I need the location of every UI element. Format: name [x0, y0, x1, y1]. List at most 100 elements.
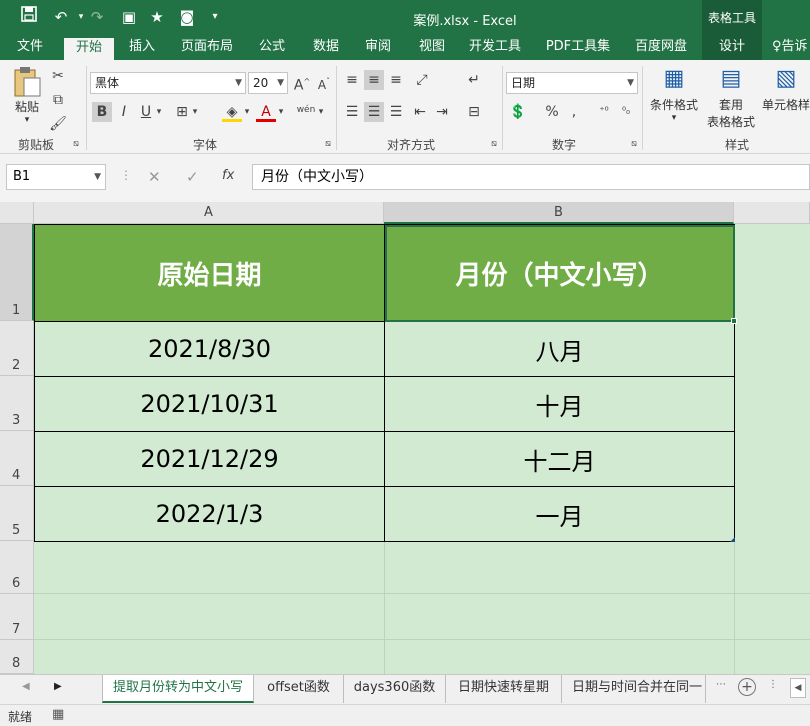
font-color-button[interactable]: A [256, 102, 276, 122]
scroll-right-icon[interactable]: ▶ [54, 681, 62, 692]
row-header[interactable]: 1 [0, 224, 34, 321]
alignment-launcher-icon[interactable]: ⧅ [488, 138, 500, 150]
table-resize-handle[interactable] [730, 537, 735, 542]
increase-font-icon[interactable]: A^ [292, 72, 312, 94]
tab-pdf-tools[interactable]: PDF工具集 [540, 36, 616, 60]
add-sheet-icon[interactable]: + [738, 678, 756, 696]
font-color-dropdown-icon[interactable]: ▾ [276, 102, 286, 122]
alignment-group-label: 对齐方式 [386, 138, 435, 152]
tab-developer[interactable]: 开发工具 [462, 36, 528, 60]
borders-icon[interactable]: ⊞ [172, 102, 192, 122]
table-cell[interactable]: 一月 [385, 487, 735, 542]
align-right-icon[interactable]: ☰ [386, 102, 406, 122]
align-top-icon[interactable]: ≡ [342, 70, 362, 90]
tab-data[interactable]: 数据 [304, 36, 348, 60]
comma-button[interactable]: , [564, 102, 584, 122]
table-cell[interactable]: 2022/1/3 [35, 487, 385, 542]
copy-icon[interactable]: ⧉ [48, 90, 68, 110]
number-format-select[interactable]: 日期 ▼ [506, 72, 638, 94]
orientation-icon[interactable]: ⤢ [412, 70, 432, 90]
table-format-icon: ▤ [720, 66, 742, 91]
increase-decimal-icon[interactable]: ⁺⁰ [594, 102, 614, 122]
column-header-a[interactable]: A [34, 202, 384, 224]
row-header[interactable]: 6 [0, 541, 34, 594]
tab-baidu-netdisk[interactable]: 百度网盘 [626, 36, 696, 60]
cancel-icon[interactable]: ✕ [148, 168, 161, 186]
conditional-formatting-button[interactable]: ▦ 条件格式 ▾ [646, 66, 702, 123]
increase-indent-icon[interactable]: ⇥ [432, 102, 452, 122]
clipboard-launcher-icon[interactable]: ⧅ [70, 138, 82, 150]
sheet-tab[interactable]: 日期与时间合并在同一 [562, 675, 706, 703]
table-header-cell[interactable]: 原始日期 [35, 225, 385, 322]
row-header[interactable]: 2 [0, 321, 34, 376]
percent-button[interactable]: % [542, 102, 562, 122]
fill-dropdown-icon[interactable]: ▾ [242, 102, 252, 122]
align-left-icon[interactable]: ☰ [342, 102, 362, 122]
number-launcher-icon[interactable]: ⧅ [628, 138, 640, 150]
more-sheets-icon[interactable]: ⋯ [716, 679, 726, 690]
align-center-icon[interactable]: ☰ [364, 102, 384, 122]
decrease-decimal-icon[interactable]: ⁰₀ [616, 102, 636, 122]
row-header[interactable]: 8 [0, 640, 34, 674]
row-header[interactable]: 7 [0, 594, 34, 640]
table-cell[interactable]: 十二月 [385, 432, 735, 487]
sheet-tab[interactable]: 提取月份转为中文小写 [102, 675, 254, 703]
cell-styles-button[interactable]: ▧ 单元格样 [762, 66, 810, 113]
tab-design[interactable]: 设计 [702, 36, 762, 60]
table-header-cell[interactable]: 月份（中文小写） [385, 225, 735, 322]
font-size-select[interactable]: 20 ▼ [248, 72, 288, 94]
column-header-b[interactable]: B [384, 202, 734, 224]
italic-button[interactable]: I [114, 102, 134, 122]
wrap-text-icon[interactable]: ↵ [464, 70, 484, 90]
sheet-tab[interactable]: days360函数 [344, 675, 446, 703]
accounting-format-icon[interactable]: 💲 [508, 102, 528, 122]
format-painter-icon[interactable]: 🖌 [48, 114, 68, 134]
underline-button[interactable]: U [136, 102, 156, 122]
tab-review[interactable]: 审阅 [356, 36, 400, 60]
tab-view[interactable]: 视图 [410, 36, 454, 60]
row-header[interactable]: 5 [0, 486, 34, 541]
align-bottom-icon[interactable]: ≡ [386, 70, 406, 90]
format-as-table-button[interactable]: ▤ 套用 表格格式 [702, 66, 760, 130]
formula-input[interactable]: 月份（中文小写） [252, 164, 810, 190]
underline-dropdown-icon[interactable]: ▾ [154, 102, 164, 122]
fill-handle[interactable] [731, 318, 737, 324]
tab-insert[interactable]: 插入 [118, 36, 166, 60]
table-cell[interactable]: 2021/10/31 [35, 377, 385, 432]
sheet-tab[interactable]: 日期快速转星期 [446, 675, 562, 703]
align-middle-icon[interactable]: ≡ [364, 70, 384, 90]
tab-formulas[interactable]: 公式 [250, 36, 294, 60]
worksheet-grid[interactable]: A B 1 2 3 4 5 6 7 8 原始日期 月份（中文小写） 2021/8… [0, 202, 810, 674]
decrease-indent-icon[interactable]: ⇤ [410, 102, 430, 122]
name-box[interactable]: B1 ▼ [6, 164, 106, 190]
decrease-font-icon[interactable]: Aˇ [314, 72, 334, 92]
borders-dropdown-icon[interactable]: ▾ [190, 102, 200, 122]
paste-button[interactable]: 粘贴 ▾ [10, 66, 44, 126]
cut-icon[interactable]: ✂ [48, 66, 68, 86]
tab-page-layout[interactable]: 页面布局 [176, 36, 238, 60]
tab-tell-me[interactable]: ♀告诉 [772, 36, 810, 60]
macro-record-icon[interactable]: ▦ [52, 707, 64, 722]
table-cell[interactable]: 2021/12/29 [35, 432, 385, 487]
table-cell[interactable]: 2021/8/30 [35, 322, 385, 377]
table-cell[interactable]: 十月 [385, 377, 735, 432]
font-name-select[interactable]: 黑体 ▼ [90, 72, 246, 94]
row-header[interactable]: 4 [0, 431, 34, 486]
tab-file[interactable]: 文件 [6, 36, 54, 60]
table-cell[interactable]: 八月 [385, 322, 735, 377]
phonetic-dropdown-icon[interactable]: ▾ [316, 102, 326, 122]
bold-button[interactable]: B [92, 102, 112, 122]
tab-home[interactable]: 开始 [64, 38, 114, 60]
scroll-left-icon[interactable]: ◀ [22, 681, 30, 692]
select-all-corner[interactable] [0, 202, 34, 224]
enter-icon[interactable]: ✓ [186, 168, 199, 186]
horizontal-scroll-left-icon[interactable]: ◀ [790, 678, 806, 698]
sheet-tab[interactable]: offset函数 [254, 675, 344, 703]
fill-color-icon[interactable]: ◈ [222, 102, 242, 122]
row-header[interactable]: 3 [0, 376, 34, 431]
font-launcher-icon[interactable]: ⧅ [322, 138, 334, 150]
insert-function-button[interactable]: fx [222, 168, 234, 183]
phonetic-icon[interactable]: wén [296, 100, 316, 120]
merge-center-icon[interactable]: ⊟ [464, 102, 484, 122]
column-header-c[interactable] [734, 202, 810, 224]
